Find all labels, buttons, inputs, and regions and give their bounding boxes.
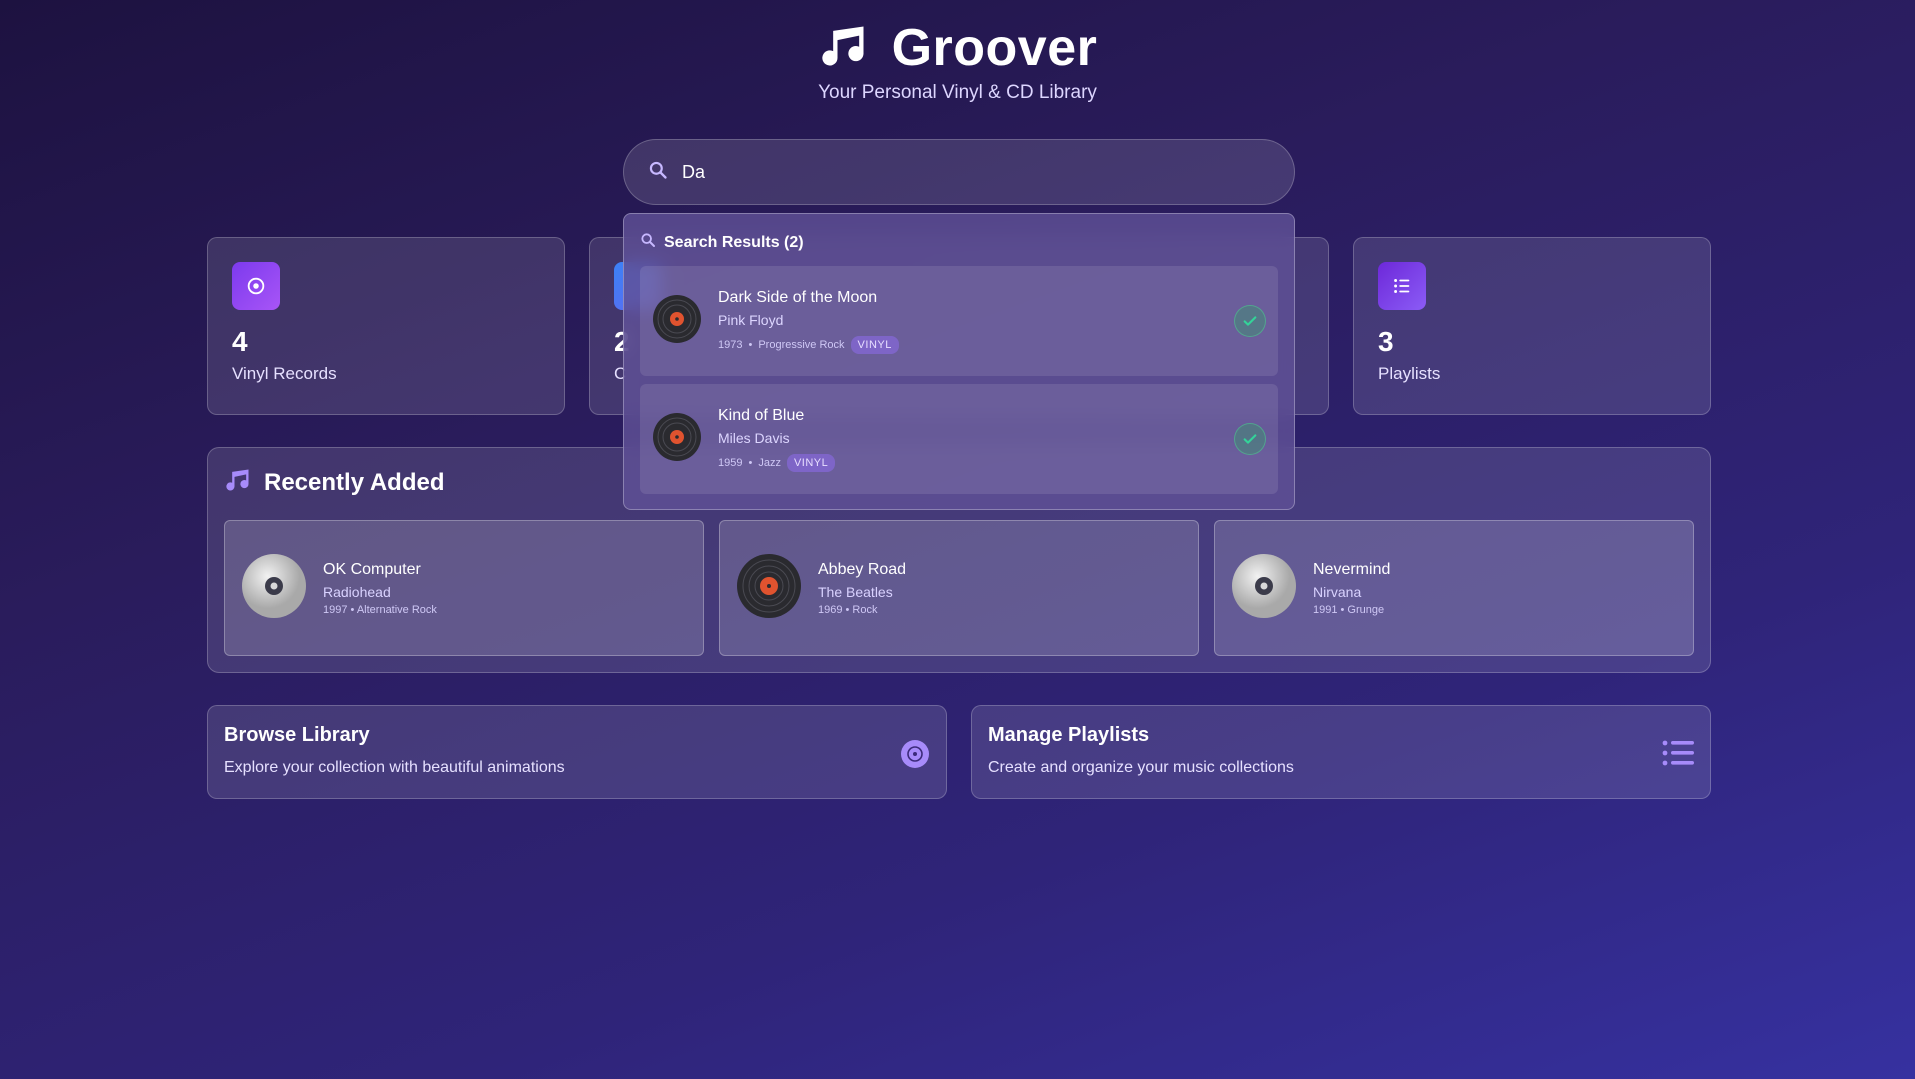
action-description: Create and organize your music collectio…: [988, 759, 1294, 776]
search-bar[interactable]: [623, 139, 1295, 205]
search-icon: [640, 232, 656, 253]
browse-library-card[interactable]: Browse Library Explore your collection w…: [207, 705, 947, 799]
album-title: Abbey Road: [818, 560, 907, 578]
stat-card-playlists[interactable]: 3 Playlists: [1353, 237, 1711, 415]
album-artist: Nirvana: [1313, 583, 1362, 600]
album-meta: 1969 • Rock: [818, 603, 878, 616]
result-artist: Pink Floyd: [718, 311, 784, 328]
stat-label: Vinyl Records: [232, 364, 337, 383]
album-artist: The Beatles: [818, 583, 893, 600]
check-icon[interactable]: [1234, 305, 1266, 337]
meta-separator: •: [748, 456, 753, 469]
search-results-dropdown: Search Results (2) Dark Side of the Moon…: [623, 213, 1295, 510]
result-title: Kind of Blue: [718, 406, 805, 424]
music-note-icon: [224, 466, 252, 499]
list-icon: [1378, 262, 1426, 310]
album-card[interactable]: OK Computer Radiohead 1997 • Alternative…: [224, 520, 704, 656]
vinyl-record-icon: [652, 412, 702, 467]
manage-playlists-card[interactable]: Manage Playlists Create and organize you…: [971, 705, 1711, 799]
format-badge: VINYL: [786, 453, 836, 472]
list-icon: [1662, 738, 1694, 773]
album-card[interactable]: Abbey Road The Beatles 1969 • Rock: [719, 520, 1199, 656]
disc-icon: [232, 262, 280, 310]
album-title: OK Computer: [323, 560, 421, 578]
stat-label: Playlists: [1378, 364, 1441, 383]
stat-card-vinyl[interactable]: 4 Vinyl Records: [207, 237, 565, 415]
meta-separator: •: [748, 338, 753, 351]
app-subtitle: Your Personal Vinyl & CD Library: [818, 82, 1097, 103]
album-artist: Radiohead: [323, 583, 391, 600]
stat-number: 3: [1378, 326, 1394, 357]
app-title: Groover: [891, 19, 1098, 77]
search-results-title: Search Results (2): [664, 233, 804, 251]
vinyl-record-icon: [736, 553, 802, 624]
section-title: Recently Added: [264, 468, 445, 496]
action-title: Manage Playlists: [988, 724, 1150, 746]
result-genre: Jazz: [758, 456, 781, 469]
search-input[interactable]: [682, 161, 1242, 183]
album-card[interactable]: Nevermind Nirvana 1991 • Grunge: [1214, 520, 1694, 656]
result-year: 1959: [718, 456, 743, 469]
stat-number: 4: [232, 326, 248, 357]
album-meta: 1991 • Grunge: [1313, 603, 1385, 616]
app-header: Groover Your Personal Vinyl & CD Library: [0, 18, 1915, 104]
cd-icon: [1231, 553, 1297, 624]
music-note-icon: [818, 20, 870, 77]
search-result-item[interactable]: Kind of Blue Miles Davis 1959 • Jazz VIN…: [640, 384, 1278, 494]
vinyl-record-icon: [652, 294, 702, 349]
cd-icon: [241, 553, 307, 624]
check-icon[interactable]: [1234, 423, 1266, 455]
search-result-item[interactable]: Dark Side of the Moon Pink Floyd 1973 • …: [640, 266, 1278, 376]
action-title: Browse Library: [224, 724, 370, 746]
action-description: Explore your collection with beautiful a…: [224, 759, 565, 776]
disc-icon: [900, 739, 930, 774]
album-title: Nevermind: [1313, 560, 1391, 578]
result-genre: Progressive Rock: [758, 338, 845, 351]
format-badge: VINYL: [850, 335, 899, 354]
album-meta: 1997 • Alternative Rock: [323, 603, 437, 616]
result-year: 1973: [718, 338, 743, 351]
search-icon: [648, 160, 668, 185]
result-title: Dark Side of the Moon: [718, 288, 878, 306]
result-artist: Miles Davis: [718, 429, 790, 446]
